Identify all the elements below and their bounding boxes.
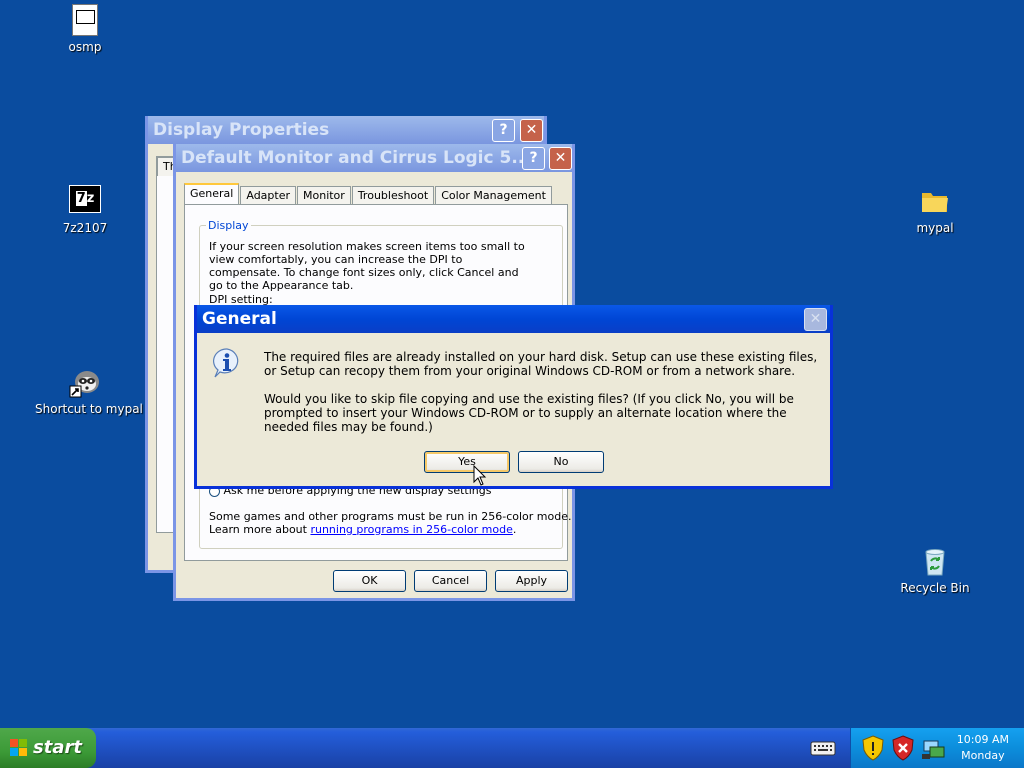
security-alert-shield-icon[interactable] [891, 735, 915, 761]
info-icon [211, 347, 243, 379]
display-group-legend: Display [206, 219, 251, 232]
general-dialog-titlebar[interactable]: General ✕ [197, 305, 830, 333]
games-256-text: Some games and other programs must be ru… [209, 510, 572, 523]
tab-adapter[interactable]: Adapter [240, 186, 296, 205]
mouse-pointer-icon [473, 464, 487, 487]
learn-more-line: Learn more about running programs in 256… [209, 523, 517, 536]
desktop-icon-mypal[interactable]: mypal [885, 185, 985, 235]
folder-icon [919, 185, 951, 217]
message-text-1: The required files are already installed… [264, 350, 818, 378]
window-title: Default Monitor and Cirrus Logic 5... [181, 148, 531, 168]
7zip-app-icon: 7z [69, 185, 101, 217]
tab-general[interactable]: General [184, 183, 240, 206]
desktop-icon-label: Recycle Bin [900, 581, 970, 595]
ok-button[interactable]: OK [333, 570, 406, 592]
taskbar: start 10:09 AM Monday [0, 728, 1024, 768]
monitor-properties-titlebar[interactable]: Default Monitor and Cirrus Logic 5... ? … [176, 144, 572, 172]
clock-time: 10:09 AM [956, 733, 1009, 746]
desktop-icon-recycle-bin[interactable]: Recycle Bin [885, 545, 985, 595]
desktop-icon-osmp[interactable]: 7z osmp [35, 4, 135, 54]
desktop-icon-label: Shortcut to mypal [35, 402, 143, 416]
tab-troubleshoot[interactable]: Troubleshoot [351, 186, 435, 205]
no-button[interactable]: No [518, 451, 604, 473]
desktop-icon-7z2107[interactable]: 7z 7z2107 [35, 185, 135, 235]
tab-color-management[interactable]: Color Management [435, 186, 552, 205]
desktop-icon-shortcut-mypal[interactable]: Shortcut to mypal [35, 366, 143, 416]
cancel-button[interactable]: Cancel [414, 570, 487, 592]
windows-logo-icon [10, 739, 28, 757]
yes-button[interactable]: Yes [424, 451, 510, 473]
desktop-icon-label: osmp [68, 40, 102, 54]
raccoon-shortcut-icon [69, 366, 101, 398]
display-properties-titlebar[interactable]: Display Properties ? ✕ [148, 116, 544, 144]
7z-file-icon: 7z [69, 4, 101, 36]
general-dialog: General ✕ The required files are already… [194, 305, 833, 489]
system-tray: 10:09 AM Monday [850, 728, 1024, 768]
keyboard-icon[interactable] [810, 738, 836, 758]
help-button[interactable]: ? [522, 147, 545, 170]
close-button[interactable]: ✕ [804, 308, 827, 331]
desktop-icon-label: 7z2107 [62, 221, 108, 235]
network-connection-icon[interactable] [921, 735, 947, 761]
learn-more-link[interactable]: running programs in 256-color mode [310, 523, 512, 536]
security-shield-icon[interactable] [861, 735, 885, 761]
clock-day: Monday [961, 749, 1005, 762]
dialog-title: General [202, 309, 277, 329]
desktop-icon-label: mypal [916, 221, 954, 235]
clock[interactable]: 10:09 AM Monday [957, 732, 1009, 764]
tab-strip: General Adapter Monitor Troubleshoot Col… [184, 183, 553, 206]
tab-monitor[interactable]: Monitor [297, 186, 351, 205]
message-text-2: Would you like to skip file copying and … [264, 392, 794, 434]
recycle-bin-icon [919, 545, 951, 577]
close-button[interactable]: ✕ [520, 119, 543, 142]
dpi-explanation-text: If your screen resolution makes screen i… [209, 240, 525, 292]
start-button[interactable]: start [0, 728, 96, 768]
apply-button[interactable]: Apply [495, 570, 568, 592]
close-button[interactable]: ✕ [549, 147, 572, 170]
help-button[interactable]: ? [492, 119, 515, 142]
start-label: start [33, 737, 82, 758]
window-title: Display Properties [153, 120, 330, 140]
